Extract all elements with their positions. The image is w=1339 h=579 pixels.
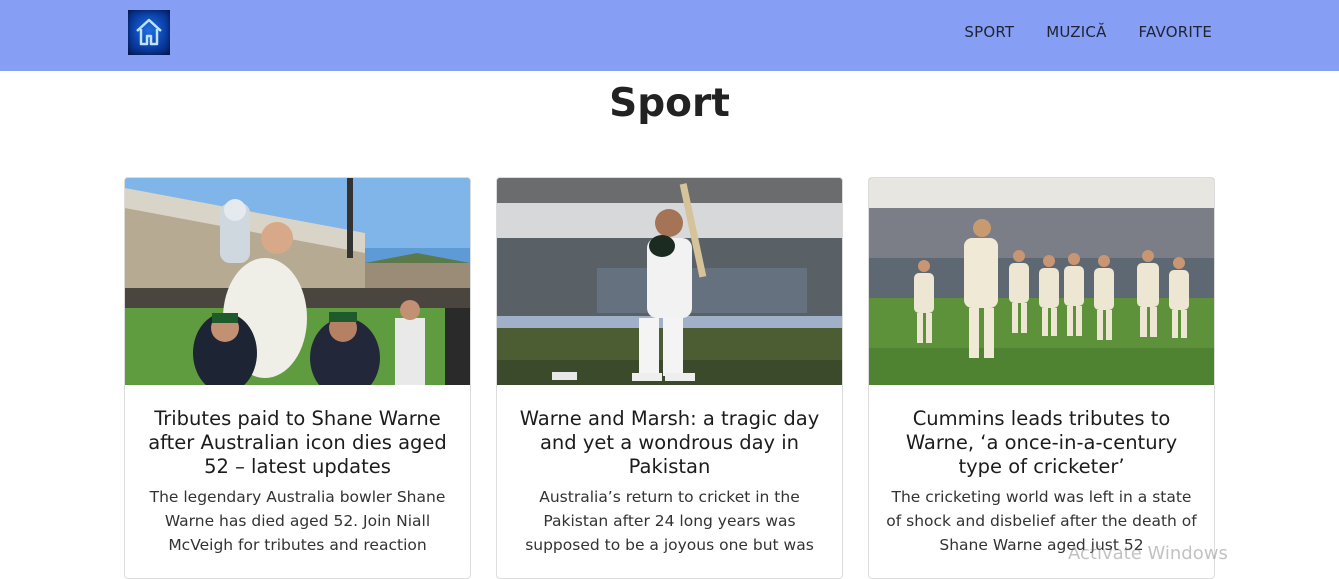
news-card[interactable]: Warne and Marsh: a tragic day and yet a … <box>496 177 843 579</box>
card-title: Warne and Marsh: a tragic day and yet a … <box>519 407 820 478</box>
card-title: Cummins leads tributes to Warne, ‘a once… <box>905 407 1178 478</box>
nav-link-favorite[interactable]: FAVORITE <box>1139 22 1212 42</box>
card-text: The legendary Australia bowler Shane War… <box>149 488 446 554</box>
nav-link-sport[interactable]: SPORT <box>964 22 1014 42</box>
card-image <box>497 178 842 385</box>
nav-links: SPORT MUZICĂ FAVORITE <box>964 22 1212 42</box>
card-image <box>869 178 1214 385</box>
news-card[interactable]: Cummins leads tributes to Warne, ‘a once… <box>868 177 1215 579</box>
page-title: Sport <box>609 81 730 126</box>
home-icon[interactable] <box>128 10 170 55</box>
card-image <box>125 178 470 385</box>
nav-link-muzica[interactable]: MUZICĂ <box>1046 22 1106 42</box>
card-title: Tributes paid to Shane Warne after Austr… <box>148 407 447 478</box>
top-navbar: SPORT MUZICĂ FAVORITE <box>0 0 1339 71</box>
card-text: Australia’s return to cricket in the Pak… <box>525 488 814 554</box>
news-card[interactable]: Tributes paid to Shane Warne after Austr… <box>124 177 471 579</box>
